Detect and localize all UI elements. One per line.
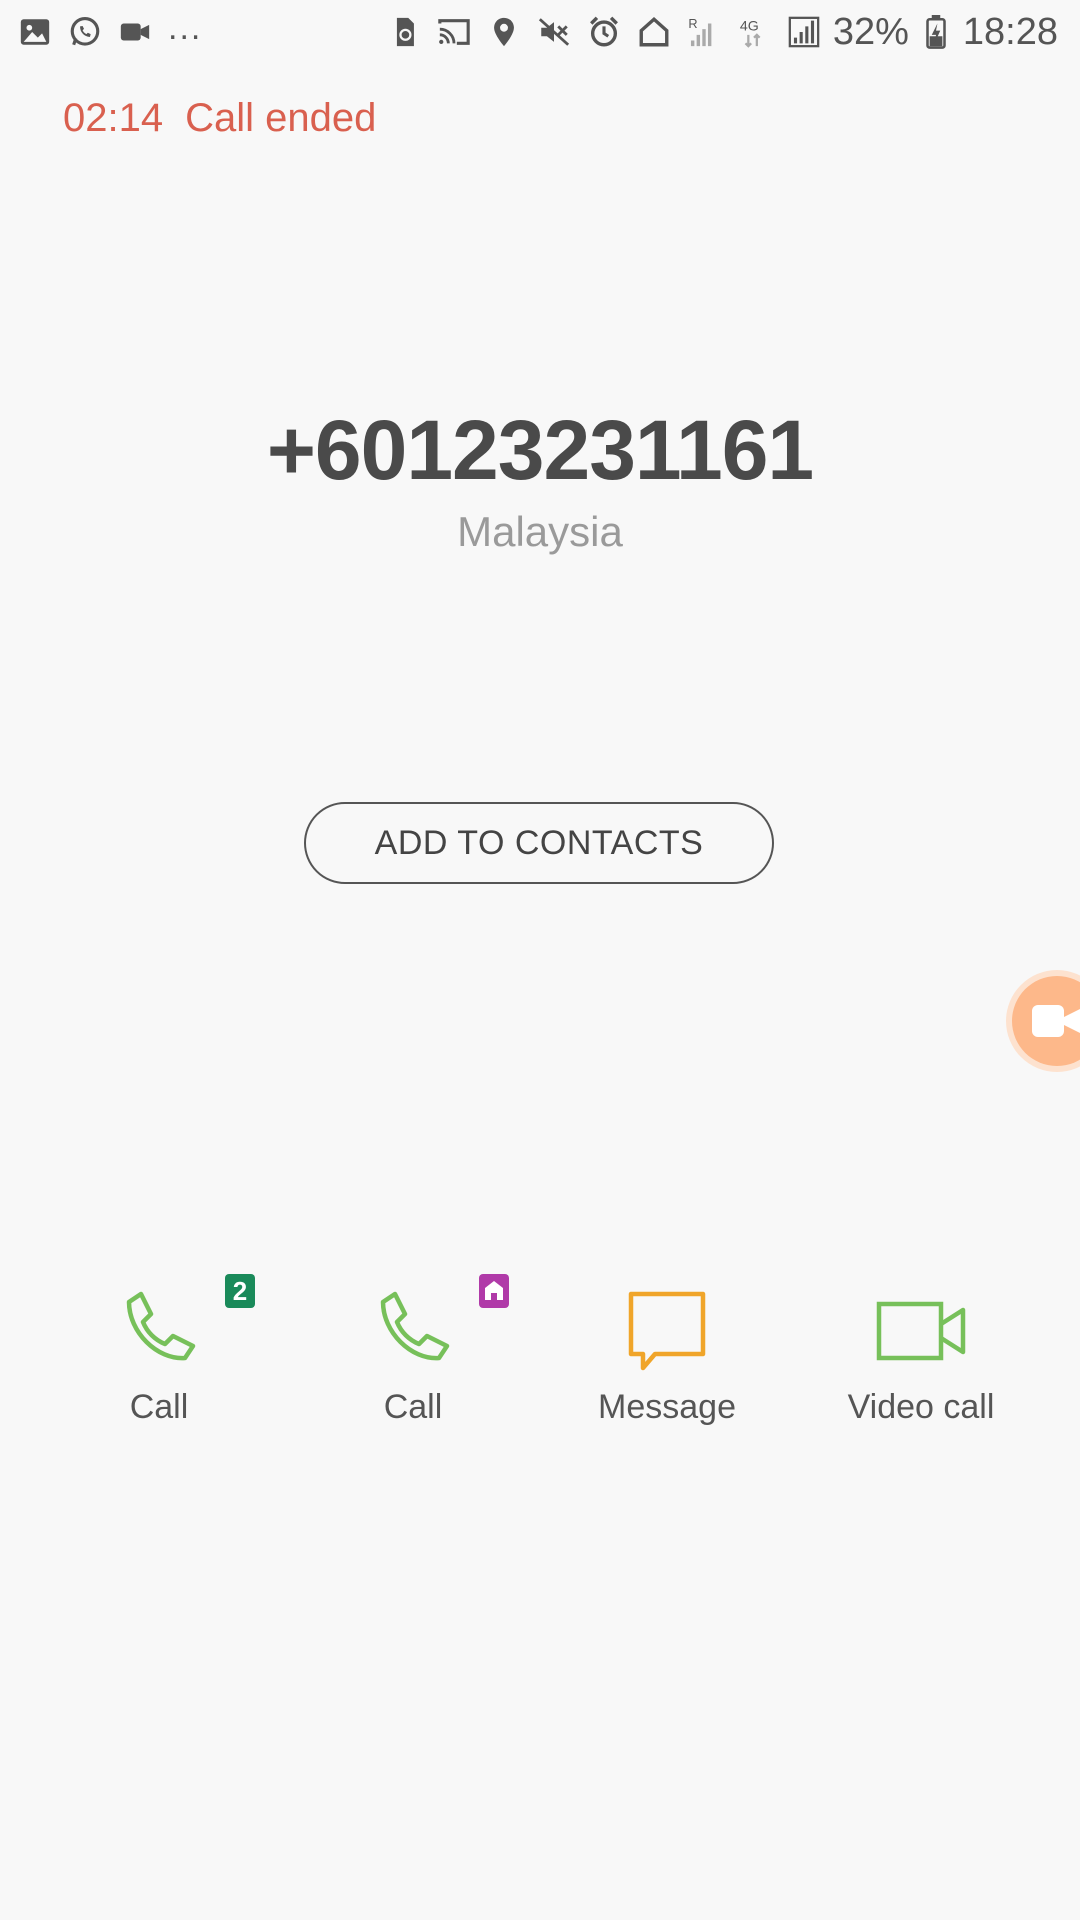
status-left-icons: ... [18,11,202,49]
call-label: Call [383,1388,443,1426]
whatsapp-icon [68,15,102,49]
signal-icon [787,15,821,49]
mute-icon [537,15,571,49]
message-label: Message [598,1388,736,1426]
call-sim-home-icon-wrap [363,1274,509,1380]
call-sim-home-button[interactable]: Call [313,1274,513,1440]
status-bar: ... R 4G 32% 18:28 [0,0,1080,64]
add-to-contacts-button[interactable]: ADD TO CONTACTS [304,802,774,884]
call-actions: 2 Call Call Message Video call [0,1274,1080,1440]
video-camera-icon [118,15,152,49]
country-label: Malaysia [457,508,623,555]
location-icon [487,15,521,49]
floating-video-bubble[interactable] [1012,976,1080,1066]
video-call-icon-wrap [871,1280,971,1380]
call-duration: 02:14 [63,96,164,140]
video-camera-icon [1030,1001,1080,1041]
battery-charging-icon [925,15,947,49]
home-icon [479,1274,509,1308]
status-right-icons: R 4G 32% 18:28 [387,11,1058,54]
signal-roaming-icon: R [687,15,721,49]
call-sim2-icon-wrap: 2 [109,1274,255,1380]
video-call-icon [876,1301,966,1361]
call-sim2-button[interactable]: 2 Call [59,1274,259,1440]
message-icon-wrap [617,1280,717,1380]
alarm-icon [587,15,621,49]
svg-text:R: R [688,16,697,31]
video-call-label: Video call [847,1388,995,1426]
message-icon [628,1291,706,1371]
more-notifications-indicator: ... [168,9,203,47]
video-call-button[interactable]: Video call [821,1280,1021,1440]
call-status-text: Call ended [185,96,377,140]
sim-2-badge: 2 [225,1274,255,1308]
call-label: Call [129,1388,189,1426]
svg-text:4G: 4G [740,19,759,35]
phone-number: +60123231161 [266,403,814,497]
image-icon [18,15,52,49]
call-ended-screen: ... R 4G 32% 18:28 02:14 Call ended +601… [0,0,1080,1920]
phone-icon [380,1291,450,1361]
battery-percent: 32% [832,10,909,53]
cast-icon [437,15,471,49]
4g-icon: 4G [737,15,771,49]
home-icon [637,15,671,49]
message-button[interactable]: Message [567,1280,767,1440]
sim-recycle-icon [387,15,421,49]
phone-icon [126,1291,196,1361]
call-status: 02:14 Call ended [63,96,376,141]
clock: 18:28 [962,10,1058,53]
